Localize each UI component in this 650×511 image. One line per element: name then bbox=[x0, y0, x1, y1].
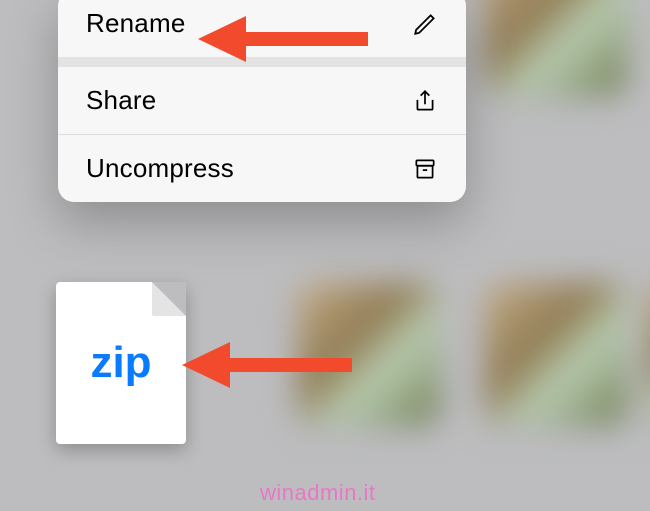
menu-separator bbox=[58, 57, 466, 67]
bg-thumbnail bbox=[485, 282, 628, 425]
share-icon bbox=[410, 86, 440, 116]
menu-item-share[interactable]: Share bbox=[58, 67, 466, 134]
bg-thumbnail bbox=[485, 0, 628, 95]
menu-item-label: Uncompress bbox=[86, 153, 234, 184]
bg-thumbnail bbox=[298, 282, 441, 425]
menu-item-uncompress[interactable]: Uncompress bbox=[58, 134, 466, 202]
menu-item-rename[interactable]: Rename bbox=[58, 0, 466, 57]
watermark-text: winadmin.it bbox=[260, 480, 376, 506]
zip-file-icon[interactable]: zip bbox=[56, 282, 186, 444]
file-extension-label: zip bbox=[90, 338, 151, 388]
menu-item-label: Rename bbox=[86, 8, 185, 39]
pencil-icon bbox=[410, 9, 440, 39]
menu-item-label: Share bbox=[86, 85, 156, 116]
archive-icon bbox=[410, 154, 440, 184]
context-menu: Rename Share Uncompress bbox=[58, 0, 466, 202]
